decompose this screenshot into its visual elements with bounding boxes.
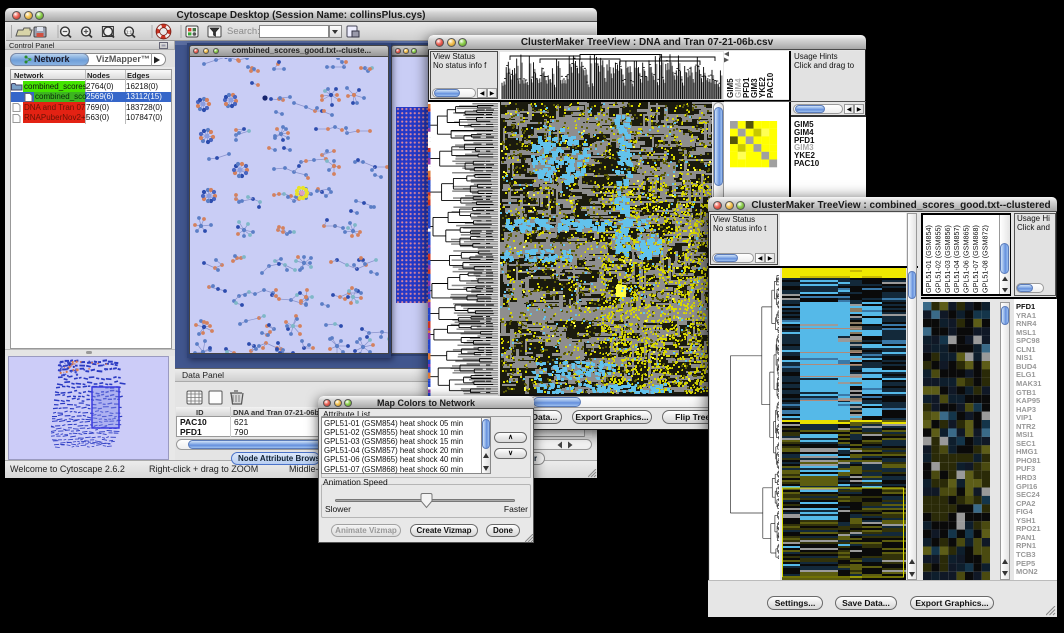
svg-text:GPL51-02 (GSM855): GPL51-02 (GSM855) — [933, 225, 942, 293]
svg-text:1:1: 1:1 — [126, 30, 133, 35]
svg-text:PAC10: PAC10 — [766, 72, 775, 98]
svg-text:GPL51-01 (GSM854): GPL51-01 (GSM854) — [924, 225, 933, 293]
svg-text:GPL51-08 (GSM872): GPL51-08 (GSM872) — [980, 225, 989, 293]
svg-text:GPL51-04 (GSM857): GPL51-04 (GSM857) — [952, 225, 961, 293]
svg-text:GPL51-03 (GSM856): GPL51-03 (GSM856) — [943, 225, 952, 293]
svg-text:GPL51-07 (GSM868): GPL51-07 (GSM868) — [971, 225, 980, 293]
svg-text:GPL51-06 (GSM865): GPL51-06 (GSM865) — [962, 225, 971, 293]
